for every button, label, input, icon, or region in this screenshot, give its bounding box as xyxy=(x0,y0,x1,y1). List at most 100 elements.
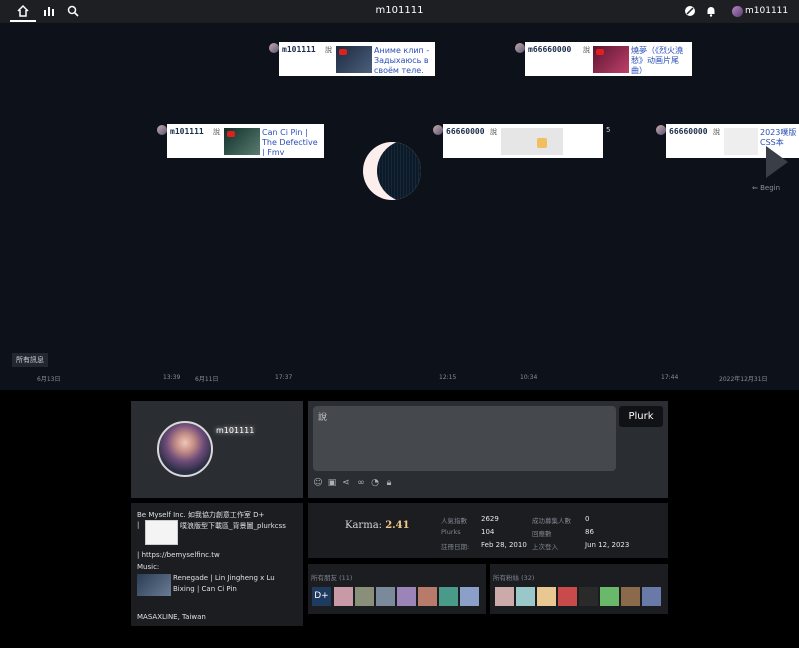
response-count[interactable]: 5 xyxy=(606,126,610,134)
image-thumbnail[interactable] xyxy=(501,128,563,155)
youtube-icon xyxy=(596,49,604,55)
plurk-text[interactable]: Аниме клип - Задыхаюсь в своём теле. xyxy=(374,46,432,74)
stat-value: 86 xyxy=(585,528,594,536)
stat-label: 人氣指數 xyxy=(441,517,467,525)
plurk-qualifier: 說 xyxy=(583,46,590,54)
share-icon[interactable]: ⋖ xyxy=(341,478,351,488)
stat-label: Plurks xyxy=(441,528,461,536)
plurk-avatar[interactable] xyxy=(269,43,279,53)
page-title: m101111 xyxy=(375,5,424,16)
lock-icon[interactable]: 🔒︎ xyxy=(384,478,394,488)
username[interactable]: m101111 xyxy=(745,6,788,16)
begin-label: Begin xyxy=(760,184,781,192)
fan-avatar[interactable] xyxy=(495,587,514,606)
friend-avatar[interactable] xyxy=(397,587,416,606)
fan-avatar[interactable] xyxy=(621,587,640,606)
plurk-nick[interactable]: m101111 xyxy=(282,45,316,54)
stat-value: 2629 xyxy=(481,515,499,523)
plurk-avatar[interactable] xyxy=(515,43,525,53)
user-avatar[interactable] xyxy=(732,6,743,17)
fan-avatar[interactable] xyxy=(600,587,619,606)
plurk-qualifier: 說 xyxy=(713,128,720,136)
youtube-icon xyxy=(227,131,235,137)
plurk-nick[interactable]: 66660000 xyxy=(446,127,485,136)
time-tick: 13:39 xyxy=(163,374,181,381)
friend-avatar[interactable] xyxy=(376,587,395,606)
plurk-qualifier: 說 xyxy=(213,128,220,136)
timeline[interactable] xyxy=(0,23,799,390)
stat-label: 回應數 xyxy=(532,530,552,538)
stat-label: 註冊日期: xyxy=(441,543,470,551)
plurk-nick[interactable]: 66660000 xyxy=(669,127,708,136)
plurk-input[interactable]: 說 xyxy=(313,406,616,471)
stat-value: Jun 12, 2023 xyxy=(585,541,630,549)
time-tick: 2022年12月31日 xyxy=(719,376,768,383)
next-arrow-icon[interactable] xyxy=(766,146,788,178)
stat-label: 成功募集人數 xyxy=(532,517,571,525)
fan-avatar[interactable] xyxy=(642,587,661,606)
plurk-avatar[interactable] xyxy=(157,125,167,135)
begin-link[interactable]: ⇐ Begin xyxy=(752,184,780,192)
music-title[interactable]: Renegade | Lin Jingheng x Lu xyxy=(173,574,275,582)
video-thumbnail[interactable] xyxy=(336,46,372,73)
bell-icon[interactable] xyxy=(704,4,718,18)
stat-value: 104 xyxy=(481,528,495,536)
plurk-nick[interactable]: m101111 xyxy=(170,127,204,136)
friend-avatar[interactable] xyxy=(334,587,353,606)
chat-icon[interactable]: ◔ xyxy=(370,478,380,488)
fan-avatar[interactable] xyxy=(537,587,556,606)
stat-label: 上次登入 xyxy=(532,543,558,551)
stat-value: Feb 28, 2010 xyxy=(481,541,527,549)
plurk-qualifier: 說 xyxy=(490,128,497,136)
all-messages-filter[interactable]: 所有訊息 xyxy=(12,353,48,367)
stat-value: 0 xyxy=(585,515,590,523)
plurk-card[interactable]: m101111 說 Аниме клип - Задыхаюсь в своём… xyxy=(279,42,435,76)
time-tick: 6月13日 xyxy=(37,376,61,383)
music-thumbnail[interactable] xyxy=(137,574,171,596)
karma-value: 2.41 xyxy=(385,520,410,531)
plurk-text[interactable]: Can Ci Pin | The Defective | Fmv xyxy=(262,128,321,156)
plurk-card[interactable]: 66660000 說 xyxy=(443,124,603,158)
video-thumbnail[interactable] xyxy=(593,46,629,73)
plurk-avatar[interactable] xyxy=(656,125,666,135)
home-tab-indicator xyxy=(10,20,36,22)
about-url[interactable]: | https://bemyselfinc.tw xyxy=(137,551,220,559)
friend-avatar[interactable] xyxy=(439,587,458,606)
plurk-card[interactable]: m66660000 說 燒夢（《烈火澆愁》动画片尾曲） xyxy=(525,42,692,76)
time-tick: 17:37 xyxy=(275,374,293,381)
friends-title[interactable]: 所有朋友 (11) xyxy=(311,572,352,582)
video-thumbnail[interactable] xyxy=(224,128,260,155)
friend-avatar[interactable] xyxy=(418,587,437,606)
friend-avatar[interactable] xyxy=(460,587,479,606)
music-label: Music: xyxy=(137,563,160,571)
mask-icon[interactable]: ∞ xyxy=(356,478,366,488)
fan-avatar[interactable] xyxy=(558,587,577,606)
plurk-card[interactable]: m101111 說 Can Ci Pin | The Defective | F… xyxy=(167,124,324,158)
fans-title[interactable]: 所有粉絲 (32) xyxy=(493,572,534,582)
plurk-text[interactable]: 燒夢（《烈火澆愁》动画片尾曲） xyxy=(631,46,689,74)
location: MASAXLINE, Taiwan xyxy=(137,613,206,621)
plurk-button[interactable]: Plurk xyxy=(619,406,663,427)
time-tick: 12:15 xyxy=(439,374,457,381)
plurk-qualifier: 說 xyxy=(325,46,332,54)
plurk-nick[interactable]: m66660000 xyxy=(528,45,571,54)
profile-avatar[interactable] xyxy=(157,421,213,477)
time-tick: 17:44 xyxy=(661,374,679,381)
music-title[interactable]: Bixing | Can Ci Pin xyxy=(173,585,237,593)
friend-avatar[interactable]: D+ xyxy=(312,587,331,606)
emoticon-icon[interactable]: ☺ xyxy=(313,478,323,488)
about-separator: | xyxy=(137,521,140,529)
sticker-icon xyxy=(537,138,547,148)
time-tick: 6月11日 xyxy=(195,376,219,383)
image-thumbnail[interactable] xyxy=(724,128,758,155)
about-link-text[interactable]: 噗浪版型下載區_背景圖_plurkcss xyxy=(180,521,286,531)
friend-avatar[interactable] xyxy=(355,587,374,606)
image-icon[interactable]: ▣ xyxy=(327,478,337,488)
plurk-avatar[interactable] xyxy=(433,125,443,135)
karma-label: Karma: xyxy=(345,520,383,531)
profile-name: m101111 xyxy=(216,426,255,435)
karma-icon[interactable] xyxy=(683,4,697,18)
about-image[interactable] xyxy=(145,520,178,545)
fan-avatar[interactable] xyxy=(516,587,535,606)
fan-avatar[interactable] xyxy=(579,587,598,606)
